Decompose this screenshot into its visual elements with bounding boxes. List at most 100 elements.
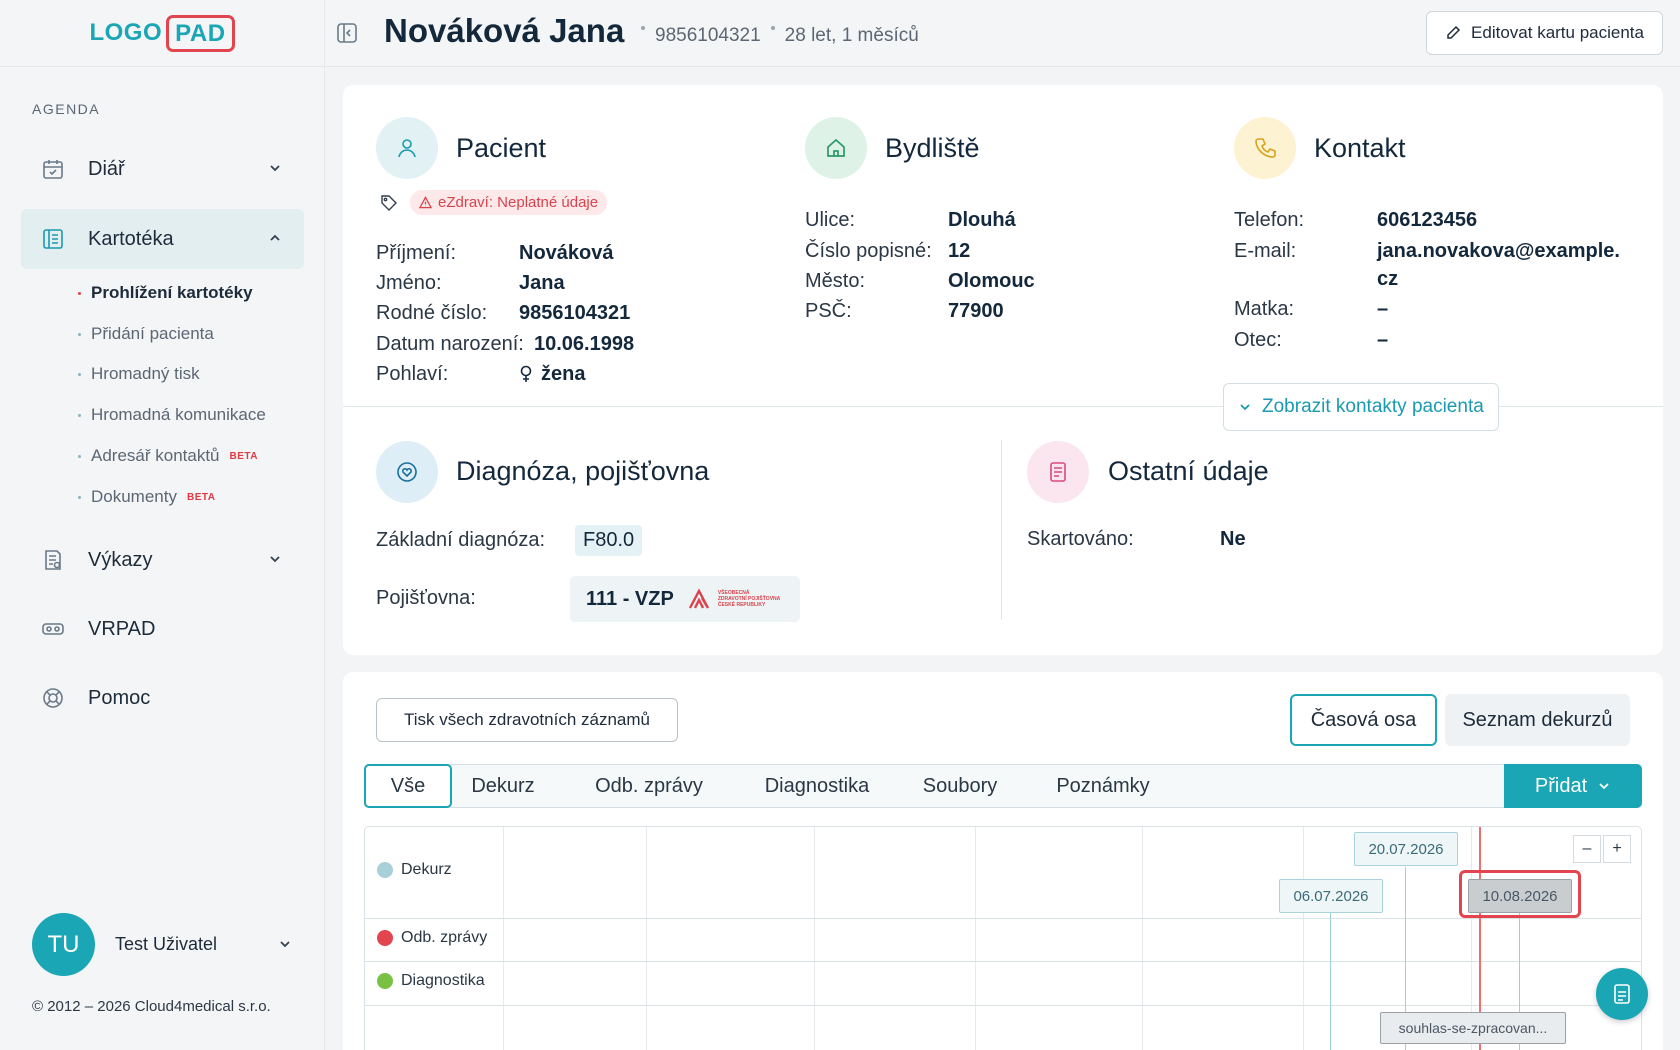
sidebar-item-vykazy[interactable]: Výkazy (21, 530, 304, 590)
field-value: – (1377, 298, 1389, 320)
subitem-pridani-pacienta[interactable]: Přidání pacienta (78, 324, 214, 344)
warning-text: eZdraví: Neplatné údaje (438, 194, 599, 211)
timeline-view-button[interactable]: Časová osa (1290, 694, 1437, 746)
diagnosis-section-title: Diagnóza, pojišťovna (456, 456, 710, 486)
chevron-down-icon (278, 937, 292, 951)
field-mother: Matka: – (1234, 298, 1388, 321)
tab-specialist-reports[interactable]: Odb. zprávy (579, 765, 719, 807)
header-birth-number: 9856104321 (655, 25, 761, 46)
tab-all[interactable]: Vše (364, 764, 452, 808)
edit-patient-card-button[interactable]: Editovat kartu pacienta (1426, 11, 1663, 55)
patient-name: Nováková Jana (384, 12, 625, 49)
pencil-icon (1445, 25, 1471, 41)
diagnosis-code[interactable]: F80.0 (575, 525, 643, 556)
print-all-records-button[interactable]: Tisk všech zdravotních záznamů (376, 698, 678, 742)
grid-line (1303, 827, 1304, 1050)
decursus-list-button[interactable]: Seznam dekurzů (1445, 694, 1630, 746)
timeline[interactable]: Dekurz Odb. zprávy Diagnostika 20.07.202… (364, 826, 1642, 1050)
subitem-hromadny-tisk[interactable]: Hromadný tisk (78, 364, 200, 384)
grid-row-line (365, 918, 1641, 919)
bullet-dot (78, 372, 81, 376)
field-birth-date: Datum narození: 10.06.1998 (376, 333, 634, 356)
field-street: Ulice: Dlouhá (805, 209, 1016, 232)
field-email-cont: cz (1377, 268, 1398, 291)
user-menu[interactable]: TU Test Uživatel (32, 913, 292, 976)
field-house-number: Číslo popisné: 12 (805, 240, 970, 263)
beta-badge: BETA (186, 491, 216, 503)
timeline-row-diagnostika: Diagnostika (377, 972, 485, 990)
tag-icon[interactable] (380, 194, 398, 212)
female-icon (519, 365, 533, 386)
logo-area: LOGO PAD (0, 0, 324, 67)
subitem-prohlizeni-kartoteky[interactable]: Prohlížení kartotéky (78, 283, 253, 303)
chevron-down-icon (1587, 779, 1611, 793)
zoom-out-button[interactable]: – (1573, 835, 1601, 863)
sidebar-item-diar[interactable]: Diář (21, 139, 304, 199)
logo[interactable]: LOGO PAD (89, 14, 235, 52)
bullet-dot (78, 454, 81, 458)
field-value-cont: cz (1377, 268, 1399, 290)
bullet-dot (78, 495, 81, 499)
subitem-label: Hromadná komunikace (91, 405, 266, 424)
field-city: Město: Olomouc (805, 270, 1035, 293)
chevron-down-icon (268, 552, 282, 566)
field-insurer: Pojišťovna: (376, 587, 476, 610)
patient-tags: eZdraví: Neplatné údaje (380, 190, 608, 215)
show-patient-contacts-button[interactable]: Zobrazit kontakty pacienta (1223, 383, 1499, 431)
field-base-diagnosis: Základní diagnóza: F80.0 (376, 525, 643, 556)
document-fab-icon[interactable] (1596, 968, 1648, 1020)
field-value: Nováková (519, 242, 614, 264)
row-label: Odb. zprávy (401, 929, 488, 946)
ezdravi-warning-badge[interactable]: eZdraví: Neplatné údaje (410, 190, 608, 215)
subitem-hromadna-komunikace[interactable]: Hromadná komunikace (78, 405, 266, 425)
field-birth-number: Rodné číslo: 9856104321 (376, 302, 630, 325)
grid-row-line (365, 961, 1641, 962)
patient-section-title: Pacient (456, 133, 547, 163)
tab-decursus[interactable]: Dekurz (457, 765, 549, 807)
sidebar-toggle-icon[interactable] (336, 22, 358, 44)
field-label: Město: (805, 270, 866, 292)
sidebar-item-pomoc[interactable]: Pomoc (21, 668, 304, 728)
home-icon (805, 117, 867, 179)
add-record-button[interactable]: Přidat (1504, 764, 1642, 808)
subitem-adresar-kontaktu[interactable]: Adresář kontaktů BETA (78, 446, 258, 466)
event-file[interactable]: souhlas-se-zpracovan... (1380, 1012, 1566, 1044)
field-value: žena (541, 363, 586, 385)
field-value: jana.novakova@example. (1377, 240, 1620, 262)
field-label: Datum narození: (376, 333, 524, 355)
sidebar-item-label: Diář (88, 157, 125, 180)
sidebar-item-kartoteka[interactable]: Kartotéka (21, 209, 304, 269)
legend-dot (377, 973, 393, 989)
user-icon (376, 117, 438, 179)
bullet-dot (78, 413, 81, 417)
zoom-in-button[interactable]: + (1603, 835, 1631, 863)
vzp-line-3: ČESKÉ REPUBLIKY (717, 602, 766, 608)
subitem-label: Hromadný tisk (91, 364, 200, 383)
event-dekurz[interactable]: 20.07.2026 (1354, 832, 1458, 866)
field-label: Rodné číslo: (376, 302, 488, 324)
sidebar-item-label: Kartotéka (88, 227, 174, 250)
separator-dot (641, 26, 645, 30)
timeline-row-odb-zpravy: Odb. zprávy (377, 929, 487, 947)
tab-diagnostics[interactable]: Diagnostika (747, 765, 887, 807)
grid-row-line (365, 1005, 1641, 1006)
event-dekurz[interactable]: 06.07.2026 (1279, 879, 1383, 913)
field-surname: Příjmení: Nováková (376, 242, 614, 265)
field-label: E-mail: (1234, 240, 1297, 262)
tab-notes[interactable]: Poznámky (1038, 765, 1168, 807)
selection-highlight (1459, 870, 1581, 918)
sidebar-item-vrpad[interactable]: VRPAD (21, 599, 304, 659)
sidebar-item-label: Výkazy (88, 548, 153, 571)
other-section-title: Ostatní údaje (1108, 456, 1269, 486)
add-button-label: Přidat (1534, 774, 1588, 797)
copyright: © 2012 – 2026 Cloud4medical s.r.o. (32, 998, 271, 1015)
field-label: PSČ: (805, 300, 852, 322)
grid-line (975, 827, 976, 1050)
field-first-name: Jméno: Jana (376, 272, 565, 295)
subitem-label: Prohlížení kartotéky (91, 283, 253, 302)
field-value: Ne (1220, 528, 1246, 550)
tab-files[interactable]: Soubory (905, 765, 1015, 807)
vzp-logo-text: VŠEOBECNÁ ZDRAVOTNÍ POJIŠŤOVNA ČESKÉ REPUB… (718, 590, 788, 608)
report-icon (40, 547, 66, 573)
subitem-dokumenty[interactable]: Dokumenty BETA (78, 487, 215, 507)
